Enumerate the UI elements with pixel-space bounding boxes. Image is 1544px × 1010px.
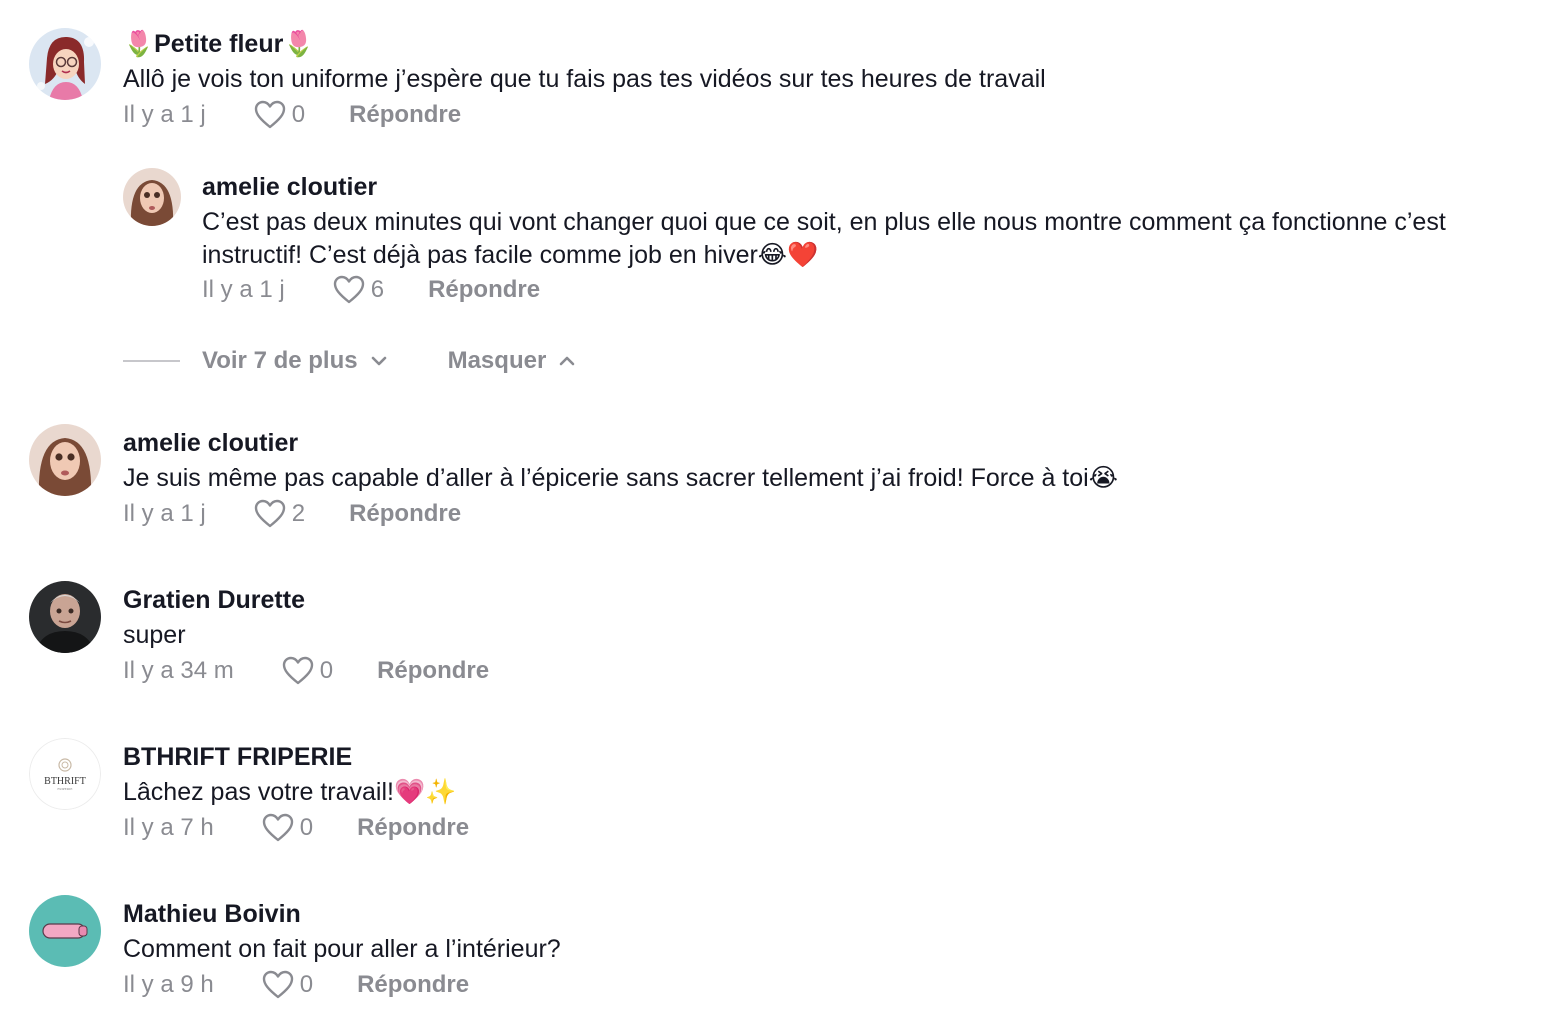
photo-avatar-icon bbox=[123, 168, 181, 226]
like-button[interactable]: 2 bbox=[254, 499, 305, 529]
like-count: 2 bbox=[291, 500, 306, 527]
heart-icon bbox=[254, 499, 285, 528]
avatar[interactable] bbox=[29, 424, 101, 496]
avatar[interactable]: BTHRIFT FRIPERIE bbox=[29, 738, 101, 810]
reply-button[interactable]: Répondre bbox=[357, 971, 469, 999]
hide-label: Masquer bbox=[447, 347, 547, 374]
teal-avatar-icon bbox=[29, 895, 101, 967]
like-count: 6 bbox=[370, 276, 385, 303]
comment-text: Allô je vois ton uniforme j’espère que t… bbox=[123, 65, 1046, 93]
logo-subtext: FRIPERIE bbox=[57, 787, 72, 791]
bthrift-logo-icon: BTHRIFT FRIPERIE bbox=[29, 738, 101, 810]
comment-author[interactable]: Mathieu Boivin bbox=[123, 900, 301, 929]
like-button[interactable]: 0 bbox=[282, 656, 333, 686]
comment-author[interactable]: Gratien Durette bbox=[123, 586, 305, 615]
comment-author[interactable]: amelie cloutier bbox=[202, 173, 377, 202]
comment-author[interactable]: 🌷Petite fleur🌷 bbox=[123, 30, 314, 59]
cartoon-avatar-icon bbox=[29, 28, 101, 100]
heart-icon bbox=[333, 275, 364, 304]
photo-avatar-icon bbox=[29, 424, 101, 496]
comment-time: Il y a 9 h bbox=[123, 971, 214, 998]
comment-time: Il y a 1 j bbox=[123, 500, 206, 527]
comment-meta: Il y a 34 m 0 Répondre bbox=[123, 654, 489, 688]
reply-button[interactable]: Répondre bbox=[377, 657, 489, 685]
like-button[interactable]: 0 bbox=[262, 970, 313, 1000]
chevron-up-icon bbox=[559, 356, 575, 366]
reply-button[interactable]: Répondre bbox=[349, 500, 461, 528]
reply-button[interactable]: Répondre bbox=[357, 814, 469, 842]
comment-text: super bbox=[123, 621, 186, 649]
comment-author[interactable]: amelie cloutier bbox=[123, 429, 298, 458]
thread-controls: Voir 7 de plus Masquer bbox=[123, 343, 578, 379]
comment-meta: Il y a 1 j 0 Répondre bbox=[123, 98, 461, 132]
avatar[interactable] bbox=[29, 581, 101, 653]
like-count: 0 bbox=[291, 101, 306, 128]
comment-meta: Il y a 1 j 2 Répondre bbox=[123, 497, 461, 531]
reply-button[interactable]: Répondre bbox=[428, 276, 540, 304]
like-count: 0 bbox=[299, 971, 314, 998]
thread-divider bbox=[123, 360, 180, 362]
comment-text: Lâchez pas votre travail!💗✨ bbox=[123, 778, 457, 806]
avatar[interactable] bbox=[123, 168, 181, 226]
comment-meta: Il y a 7 h 0 Répondre bbox=[123, 811, 469, 845]
avatar[interactable] bbox=[29, 28, 101, 100]
like-count: 0 bbox=[319, 657, 334, 684]
like-button[interactable]: 6 bbox=[333, 275, 384, 305]
comment-meta: Il y a 9 h 0 Répondre bbox=[123, 968, 469, 1002]
comment-meta: Il y a 1 j 6 Répondre bbox=[202, 273, 540, 307]
avatar[interactable] bbox=[29, 895, 101, 967]
hide-replies-button[interactable]: Masquer bbox=[448, 347, 579, 375]
comment-text: Comment on fait pour aller a l’intérieur… bbox=[123, 935, 561, 963]
reply-button[interactable]: Répondre bbox=[349, 101, 461, 129]
like-button[interactable]: 0 bbox=[254, 100, 305, 130]
heart-icon bbox=[262, 970, 293, 999]
heart-icon bbox=[282, 656, 313, 685]
comments-panel: 🌷Petite fleur🌷 Allô je vois ton uniforme… bbox=[0, 0, 1544, 1010]
logo-text: BTHRIFT bbox=[44, 776, 86, 787]
photo-avatar-icon bbox=[29, 581, 101, 653]
comment-time: Il y a 1 j bbox=[202, 276, 285, 303]
view-more-replies-button[interactable]: Voir 7 de plus bbox=[202, 347, 390, 375]
view-more-label: Voir 7 de plus bbox=[202, 347, 358, 374]
chevron-down-icon bbox=[371, 356, 386, 366]
comment-time: Il y a 1 j bbox=[123, 101, 206, 128]
comment-text: C’est pas deux minutes qui vont changer … bbox=[202, 208, 1446, 269]
comment-time: Il y a 34 m bbox=[123, 657, 234, 684]
comment-author[interactable]: BTHRIFT FRIPERIE bbox=[123, 743, 352, 772]
like-button[interactable]: 0 bbox=[262, 813, 313, 843]
heart-icon bbox=[254, 100, 285, 129]
comment-text: Je suis même pas capable d’aller à l’épi… bbox=[123, 464, 1118, 492]
heart-icon bbox=[262, 813, 293, 842]
like-count: 0 bbox=[299, 814, 314, 841]
comment-time: Il y a 7 h bbox=[123, 814, 214, 841]
